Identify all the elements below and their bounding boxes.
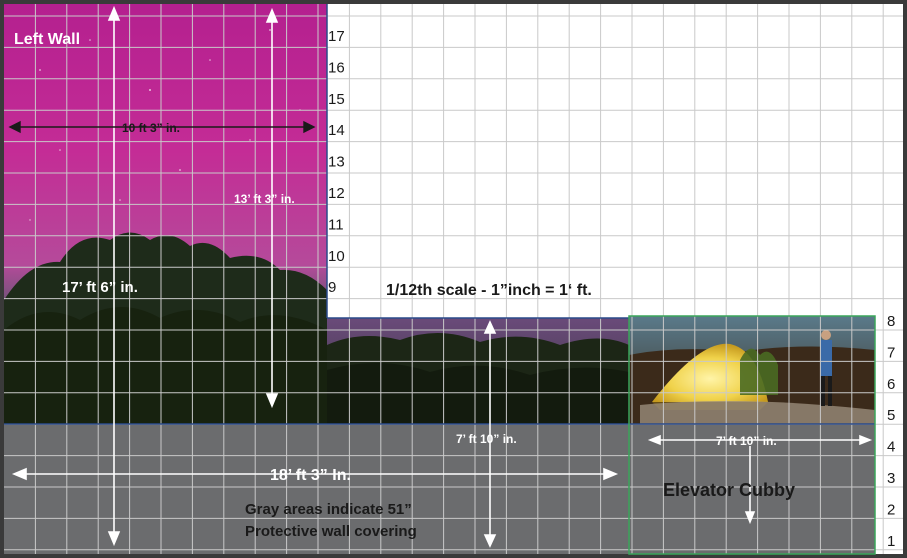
dim-7ft-10in-cubby: 7’ ft 10” in. <box>716 434 777 448</box>
row-numbers-left-section: 17 16 15 14 13 12 11 10 9 <box>328 28 345 296</box>
row-number: 7 <box>887 344 895 361</box>
wall-layout-diagram: 17 16 15 14 13 12 11 10 9 8 7 6 5 4 3 2 1 Left Wall 10 … <box>0 0 907 558</box>
bottom-band-photo <box>327 318 629 424</box>
dim-13ft-3in: 13’ ft 3” in. <box>234 192 295 206</box>
elevator-cubby-label: Elevator Cubby <box>663 480 795 500</box>
dim-10ft-3in: 10 ft 3” in. <box>122 121 180 135</box>
row-number: 16 <box>328 59 345 76</box>
gray-note-line1: Gray areas indicate 51” <box>245 501 412 518</box>
row-number: 4 <box>887 439 895 456</box>
row-number: 15 <box>328 91 345 108</box>
dim-7ft-10in-center: 7’ ft 10” in. <box>456 432 517 446</box>
dim-17ft-6in: 17’ ft 6” in. <box>62 279 138 296</box>
scale-note: 1/12th scale - 1”inch = 1‘ ft. <box>386 282 592 299</box>
elevator-cubby-photo <box>629 316 875 424</box>
row-number: 1 <box>887 533 895 550</box>
row-number: 3 <box>887 470 895 487</box>
row-number: 11 <box>328 216 344 233</box>
row-number: 13 <box>328 154 345 171</box>
row-number: 5 <box>887 407 895 424</box>
gray-note-line2: Protective wall covering <box>245 523 417 540</box>
left-wall-label: Left Wall <box>14 31 80 48</box>
dim-18ft-3in: 18’ ft 3” In. <box>270 467 351 484</box>
row-number: 8 <box>887 313 895 330</box>
row-number: 6 <box>887 376 895 393</box>
row-number: 12 <box>328 185 345 202</box>
row-number: 14 <box>328 122 345 139</box>
row-number: 2 <box>887 501 895 518</box>
row-number: 17 <box>328 28 345 45</box>
row-number: 10 <box>328 248 345 265</box>
hiker-icon <box>820 340 832 376</box>
diagram-canvas: 17 16 15 14 13 12 11 10 9 8 7 6 5 4 3 2 1 Left Wall 10 … <box>0 0 907 558</box>
row-number: 9 <box>328 279 336 296</box>
